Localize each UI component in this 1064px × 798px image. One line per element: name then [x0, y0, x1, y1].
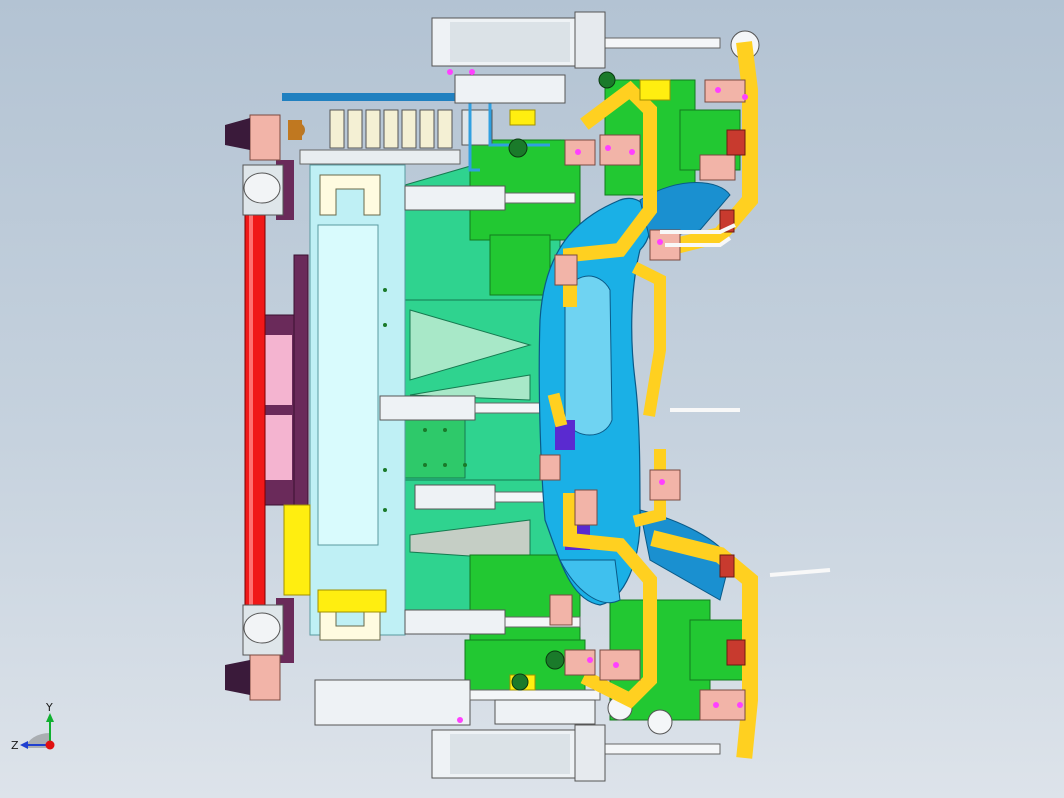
- rail-end-bottom: [225, 604, 284, 701]
- red-rail: [244, 209, 266, 611]
- z-axis-label: Z: [11, 739, 19, 752]
- orientation-triad[interactable]: Y Z: [11, 701, 55, 752]
- sensor-bars: [660, 223, 831, 577]
- cad-viewport[interactable]: Y Z: [0, 0, 1064, 798]
- y-axis-arrow-icon: [46, 713, 54, 722]
- cylinder-top[interactable]: [431, 11, 760, 69]
- yellow-bracket-left: [283, 504, 311, 596]
- yellow-sensor-2: [509, 109, 536, 126]
- y-axis-label: Y: [45, 701, 53, 714]
- x-axis-dot: [45, 740, 55, 750]
- yellow-bracket-bottom: [317, 589, 387, 613]
- yellow-sensor-1: [639, 79, 671, 101]
- z-axis-arrow-icon: [20, 741, 28, 749]
- fixture-assembly[interactable]: [225, 11, 831, 782]
